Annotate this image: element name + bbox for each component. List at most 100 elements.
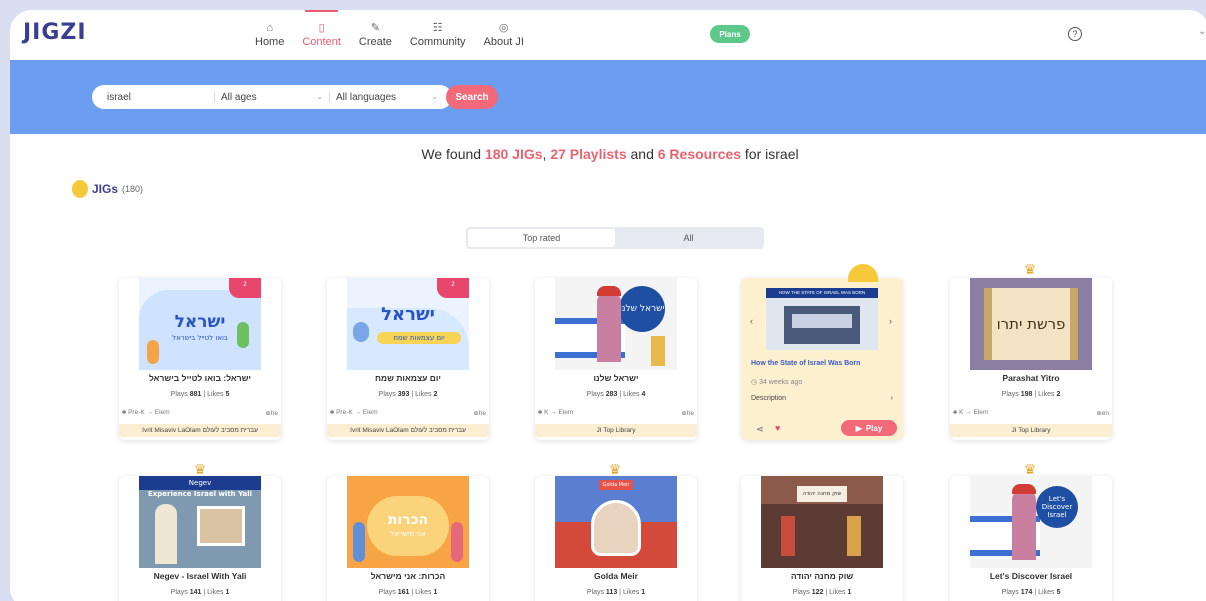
community-icon: ☷ (432, 22, 443, 34)
logo[interactable]: JIGZI (23, 20, 87, 45)
jigs-title: JIGs (92, 182, 119, 196)
nav-about[interactable]: ◎ About JI (475, 10, 533, 60)
help-icon[interactable]: ? (1068, 27, 1082, 41)
jig-card[interactable]: שוק מחנה יהודה שוק מחנה יהודה Plays 122 … (741, 476, 903, 601)
results-and: and (626, 146, 658, 162)
card-title[interactable]: Parashat Yitro (950, 373, 1112, 383)
plays-label: Plays (586, 589, 604, 596)
jig-thumbnail: Negev Experience Israel with Yali (139, 476, 261, 568)
card-title[interactable]: הכרות: אני מישראל (327, 571, 489, 581)
age-range: ♣ K → Elem (538, 409, 574, 416)
play-button[interactable]: ▶ Play (841, 420, 897, 436)
jig-card-expanded[interactable]: ‹ HOW THE STATE OF ISRAEL WAS BORN › How… (741, 264, 903, 440)
nav-home-label: Home (255, 36, 285, 48)
nav-home[interactable]: ⌂ Home (246, 10, 293, 60)
results-summary: We found 180 JIGs, 27 Playlists and 6 Re… (10, 146, 1206, 162)
home-icon: ⌂ (266, 22, 273, 34)
chevron-right-icon[interactable]: › (889, 316, 892, 326)
jig-card[interactable]: פרשת יתרו Parashat Yitro Plays 198 | Lik… (950, 278, 1112, 440)
info-icon: ◎ (498, 22, 509, 34)
tab-top-rated[interactable]: Top rated (468, 229, 615, 247)
likes-label: Likes (207, 589, 224, 596)
jig-card[interactable]: Negev Experience Israel with Yali Negev … (119, 476, 281, 601)
description-label: Description (751, 395, 787, 402)
heart-icon[interactable]: ♥ (775, 423, 780, 433)
plays-count: 393 (397, 391, 410, 398)
nav-content[interactable]: ▯ Content (293, 10, 350, 60)
card-title[interactable]: Let's Discover Israel (950, 571, 1112, 581)
nav-community[interactable]: ☷ Community (401, 10, 475, 60)
card-author[interactable]: JI Top Library (535, 424, 697, 437)
search-button[interactable]: Search (446, 85, 498, 109)
thumb-subtext: Experience Israel with Yali (147, 490, 253, 498)
jig-card[interactable]: Golda Meir Golda Meir Plays 113 | Likes … (535, 476, 697, 601)
plans-button[interactable]: Plans (710, 25, 750, 43)
jig-card[interactable]: Let's Discover Israel Let's Discover Isr… (950, 476, 1112, 601)
likes-label: Likes (1038, 391, 1055, 398)
age-range: ♣ K → Elem (953, 409, 989, 416)
play-label: Play (865, 423, 883, 433)
jig-thumbnail: Let's Discover Israel (970, 476, 1092, 568)
chevron-down-icon[interactable]: ⌄ (1198, 26, 1206, 37)
jig-card[interactable]: ישראל שלנו ישראל שלנו Plays 283 | Likes … (535, 278, 697, 440)
card-meta: ♣ Pre-K → Elem ⊕he (122, 409, 278, 417)
card-author[interactable]: Ivrit Misaviv LaOlam עברית מסביב לעולם (327, 424, 489, 437)
plays-label: Plays (170, 391, 188, 398)
share-icon[interactable]: ⋖ (756, 424, 764, 435)
crown-icon: ♛ (608, 461, 622, 477)
card-title[interactable]: Negev - Israel With Yali (119, 571, 281, 581)
jig-thumbnail: ישראל יום עצמאות שמח 2 (347, 278, 469, 370)
jig-thumbnail: Golda Meir (555, 476, 677, 568)
likes-label: Likes (622, 589, 640, 596)
likes-label: Likes (623, 391, 640, 398)
thumb-text: Let's Discover Israel (1036, 486, 1078, 528)
likes-label: Likes (415, 391, 432, 398)
card-stats: Plays 881 | Likes 5 (170, 391, 230, 398)
card-title[interactable]: ישראל שלנו (535, 373, 697, 383)
thumb-text: Negev (139, 476, 261, 490)
card-title[interactable]: שוק מחנה יהודה (741, 571, 903, 581)
language-select[interactable]: All languages ⌄ (330, 92, 444, 103)
card-author[interactable]: JI Top Library (950, 424, 1112, 437)
nav-create[interactable]: ✎ Create (350, 10, 401, 60)
chevron-down-icon: ⌄ (431, 91, 438, 101)
tab-all[interactable]: All (615, 229, 762, 247)
card-author[interactable]: Ivrit Misaviv LaOlam עברית מסביב לעולם (119, 424, 281, 437)
resources-count-link[interactable]: 6 Resources (658, 146, 741, 162)
likes-count: 5 (1056, 589, 1061, 596)
jigs-count-link[interactable]: 180 JIGs (485, 146, 543, 162)
card-meta: ♣ K → Elem ⊕he (538, 409, 694, 417)
card-stats: Plays 122 | Likes 1 (792, 589, 852, 596)
likes-label: Likes (829, 589, 846, 596)
app-window: JIGZI ⌂ Home ▯ Content ✎ Create ☷ Commun… (10, 10, 1206, 601)
jig-card[interactable]: ישראל יום עצמאות שמח 2 יום עצמאות שמח Pl… (327, 278, 489, 440)
search-input[interactable]: israel (92, 92, 214, 103)
card-stats: Plays 283 | Likes 4 (586, 391, 646, 398)
playlists-count-link[interactable]: 27 Playlists (550, 146, 626, 162)
age-select[interactable]: All ages ⌄ (215, 92, 329, 103)
likes-count: 1 (225, 589, 230, 596)
age-range: ♣ Pre-K → Elem (330, 409, 378, 416)
jig-thumbnail: שוק מחנה יהודה (761, 476, 883, 568)
language-text: en (1101, 410, 1109, 417)
plays-label: Plays (378, 391, 396, 398)
likes-label: Likes (207, 391, 224, 398)
jig-thumbnail: הכרות אני מישראל (347, 476, 469, 568)
jig-card[interactable]: הכרות אני מישראל הכרות: אני מישראל Plays… (327, 476, 489, 601)
crown-icon: ♛ (1023, 461, 1037, 477)
likes-label: Likes (1038, 589, 1055, 596)
card-title[interactable]: Golda Meir (535, 571, 697, 581)
thumb-text: ישראל (381, 304, 435, 325)
jig-card[interactable]: ישראל בואו לטייל בישראל 2 ישראל: בואו לט… (119, 278, 281, 440)
card-title[interactable]: ישראל: בואו לטייל בישראל (119, 373, 281, 383)
description-toggle[interactable]: Description › (751, 395, 893, 402)
video-preview[interactable]: HOW THE STATE OF ISRAEL WAS BORN (766, 288, 878, 350)
thumb-text: Golda Meir (599, 480, 633, 490)
card-title[interactable]: יום עצמאות שמח (327, 373, 489, 383)
plays-count: 881 (189, 391, 202, 398)
chevron-left-icon[interactable]: ‹ (750, 316, 753, 326)
results-prefix: We found (421, 146, 485, 162)
jig-thumbnail: ישראל בואו לטייל בישראל 2 (139, 278, 261, 370)
thumb-subtext: יום עצמאות שמח (377, 332, 461, 344)
jig-title[interactable]: How the State of Israel Was Born (751, 360, 860, 367)
